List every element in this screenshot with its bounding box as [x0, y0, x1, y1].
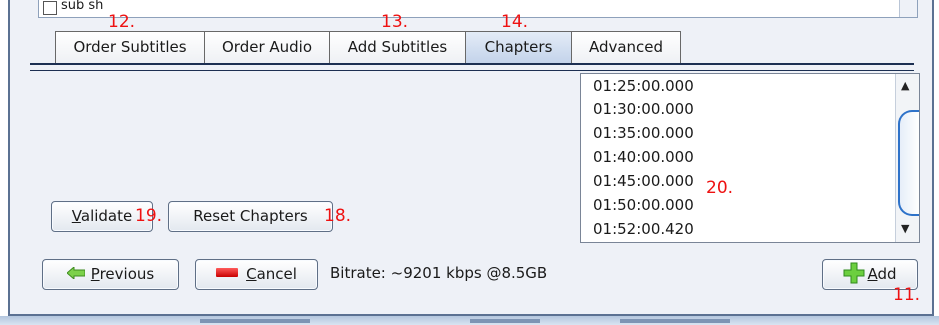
chapter-item[interactable]: 01:52:00.420: [593, 220, 694, 238]
subtitle-checkbox[interactable]: [43, 1, 57, 15]
window-frame-bottom: [0, 316, 939, 325]
scroll-thumb[interactable]: [898, 110, 919, 216]
cancel-mnemonic: C: [246, 265, 257, 283]
chapter-item[interactable]: 01:35:00.000: [593, 124, 694, 142]
previous-mnemonic: P: [90, 265, 100, 283]
cancel-icon: [216, 268, 239, 277]
annotation-20: 20.: [706, 178, 734, 198]
tab-order-subtitles[interactable]: Order Subtitles: [55, 31, 205, 64]
chapter-item[interactable]: 01:30:00.000: [593, 100, 694, 118]
add-mnemonic: A: [867, 265, 878, 283]
tab-label: Chapters: [484, 38, 553, 56]
annotation-18: 18.: [324, 206, 352, 226]
bitrate-status: Bitrate: ~9201 kbps @8.5GB: [330, 264, 548, 282]
annotation-13: 13.: [381, 12, 409, 32]
scroll-up-arrow-icon[interactable]: ▲: [901, 79, 909, 92]
taskbar-strip: [200, 319, 310, 323]
tab-order-audio[interactable]: Order Audio: [204, 31, 330, 64]
chapter-item[interactable]: 01:50:00.000: [593, 196, 694, 214]
arrow-left-icon: [66, 266, 85, 279]
annotation-19: 19.: [135, 206, 163, 226]
chapter-item[interactable]: 01:40:00.000: [593, 148, 694, 166]
tab-label: Add Subtitles: [347, 38, 448, 56]
tab-divider: [30, 70, 914, 71]
tab-chapters[interactable]: Chapters: [465, 31, 572, 64]
validate-label: alidate: [80, 207, 133, 225]
subtitle-list-item: sub sh: [61, 0, 104, 13]
subtitle-list-scrollbar[interactable]: [899, 0, 917, 17]
previous-label: revious: [99, 265, 155, 283]
annotation-14: 14.: [501, 12, 529, 32]
reset-chapters-button[interactable]: Reset Chapters: [168, 201, 333, 232]
add-label: dd: [877, 265, 897, 283]
scroll-down-arrow-icon[interactable]: ▼: [901, 222, 909, 235]
chapters-list[interactable]: 01:25:00.000 01:30:00.000 01:35:00.000 0…: [580, 73, 920, 243]
reset-chapters-label: Reset Chapters: [193, 207, 308, 225]
tab-label: Advanced: [588, 38, 664, 56]
annotation-11: 11.: [893, 285, 921, 305]
plus-icon: [843, 262, 865, 283]
annotation-12: 12.: [108, 12, 136, 32]
previous-button[interactable]: Previous: [42, 259, 179, 290]
chapters-scrollbar[interactable]: ▲ ▼: [895, 74, 919, 242]
subtitle-list[interactable]: sub sh: [38, 0, 918, 18]
taskbar-strip: [470, 319, 540, 323]
tab-label: Order Subtitles: [73, 38, 187, 56]
validate-mnemonic: V: [71, 207, 81, 225]
cancel-label: ancel: [256, 265, 297, 283]
taskbar-strip: [620, 319, 730, 323]
tab-advanced[interactable]: Advanced: [571, 31, 681, 64]
chapter-item[interactable]: 01:45:00.000: [593, 172, 694, 190]
tab-divider: [30, 63, 914, 65]
tab-add-subtitles[interactable]: Add Subtitles: [329, 31, 466, 64]
tab-label: Order Audio: [221, 38, 313, 56]
chapter-item[interactable]: 01:25:00.000: [593, 77, 694, 95]
cancel-button[interactable]: Cancel: [195, 259, 318, 290]
